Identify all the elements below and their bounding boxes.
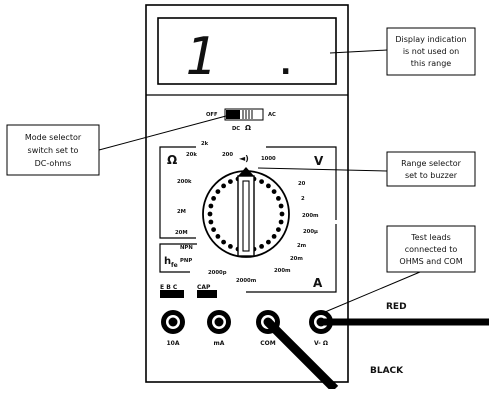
dial-position-dot [259, 179, 264, 185]
amp-section-symbol: A [313, 276, 323, 290]
volt-section-symbol: V [314, 154, 324, 168]
transistor-socket[interactable] [160, 290, 184, 298]
dial-label-2000m: 2000m [236, 278, 257, 284]
multimeter-illustration: 1 . OFF AC DC Ω Ω V h fe A ◄) 2k 20k 200… [6, 4, 489, 393]
mode-off-label: OFF [206, 112, 218, 118]
dial-label-pnp: PNP [180, 258, 192, 264]
dial-position-dot [276, 227, 281, 233]
range-callout-box [386, 151, 476, 187]
mode-dc-label: DC [232, 126, 240, 132]
dial-position-dot [266, 239, 271, 245]
dial-label-200: 200 [222, 152, 233, 158]
dial-position-dot [278, 219, 284, 225]
ohm-section-symbol: Ω [167, 153, 177, 167]
leads-callout-line1: Test leads [410, 233, 451, 242]
dial-label-200k: 200k [177, 179, 192, 185]
dial-position-dot [215, 189, 221, 195]
jack-10a-label: 10A [167, 340, 180, 347]
dial-position-dot [208, 203, 214, 209]
mode-callout-line3: DC-ohms [35, 159, 72, 168]
dial-position-dot [221, 183, 227, 189]
dial-position-dot [208, 219, 214, 225]
dial-label-20: 20 [298, 181, 306, 187]
dial-position-dot [271, 234, 277, 239]
dial-label-20m-a: 20m [290, 256, 303, 262]
display-callout-line1: Display indication [395, 35, 466, 44]
dial-position-dot [215, 234, 221, 239]
mode-ac-label: AC [268, 112, 276, 118]
dial-label-2: 2 [301, 196, 305, 202]
cap-label: CAP [197, 284, 211, 291]
jack-ma[interactable] [207, 310, 231, 334]
dial-label-200m-v: 200m [302, 213, 319, 219]
dial-label-npn: NPN [180, 245, 193, 251]
dial-position-dot [211, 196, 217, 201]
display-callout-line3: this range [411, 59, 451, 68]
jack-10a[interactable] [161, 310, 185, 334]
dial-label-2m-a: 2m [297, 243, 307, 249]
leads-callout-line3: OHMS and COM [399, 257, 462, 266]
buzzer-icon: ◄) [239, 154, 249, 163]
leads-callout-line2: connected to [405, 245, 458, 254]
dial-position-dot [266, 183, 271, 189]
dial-position-dot [279, 211, 285, 217]
black-lead-label: BLACK [370, 366, 404, 376]
lcd-decimal-point: . [280, 47, 291, 82]
dial-position-dot [278, 203, 284, 209]
dial-label-200u: 200µ [303, 229, 318, 235]
dial-knob-inner [242, 180, 250, 252]
capacitor-socket[interactable] [197, 290, 217, 298]
mode-callout-line2: switch set to [28, 146, 79, 155]
lcd-digit: 1 [185, 27, 216, 87]
jack-v-ohm-label: V- Ω [314, 340, 328, 347]
hfe-subscript: fe [171, 262, 178, 269]
dial-position-dot [207, 211, 213, 217]
red-lead-label: RED [386, 302, 407, 312]
range-callout-line1: Range selector [401, 159, 462, 168]
dial-label-200m-a: 200m [274, 268, 291, 274]
dial-position-dot [221, 239, 227, 245]
mode-callout-line1: Mode selector [25, 133, 82, 142]
dial-label-2000p: 2000p [208, 270, 227, 276]
multimeter-diagram: 1 . OFF AC DC Ω Ω V h fe A ◄) 2k 20k 200… [0, 0, 489, 393]
range-callout-line2: set to buzzer [405, 171, 458, 180]
dial-position-dot [228, 179, 233, 185]
display-callout-line2: is not used on [403, 47, 459, 56]
dial-position-dot [259, 244, 264, 249]
dial-label-1000: 1000 [261, 156, 276, 162]
ebc-label: E B C [160, 284, 178, 291]
dial-label-20k: 20k [186, 152, 197, 158]
jack-com-label: COM [260, 340, 276, 347]
dial-label-2k: 2k [201, 141, 209, 147]
mode-ohm-label: Ω [245, 124, 251, 132]
jack-ma-label: mA [214, 340, 225, 347]
dial-label-2m: 2M [177, 209, 186, 215]
dial-position-dot [211, 227, 217, 233]
dial-position-dot [276, 196, 281, 201]
dial-label-20m: 20M [175, 230, 188, 236]
dial-position-dot [228, 244, 233, 249]
mode-switch-slider-dark [226, 110, 240, 119]
dial-position-dot [271, 189, 277, 195]
